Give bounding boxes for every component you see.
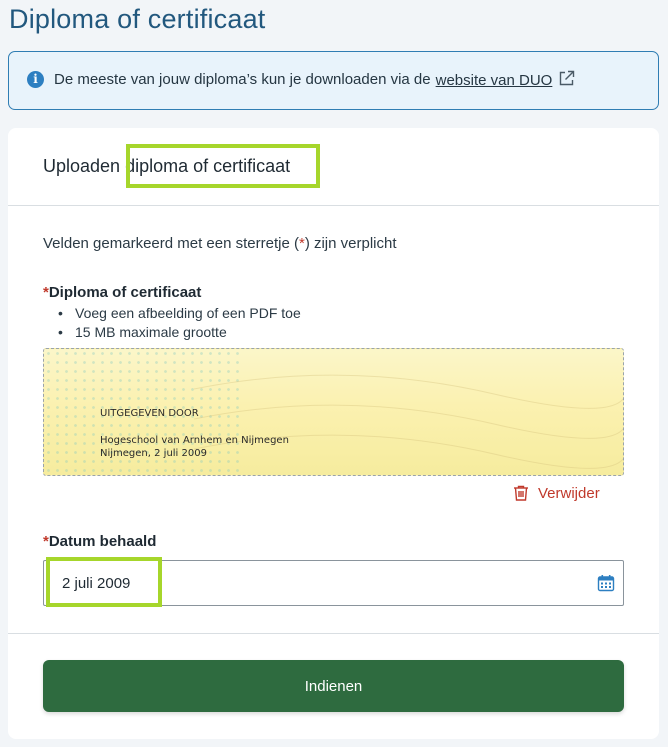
card-title-plain: Uploaden bbox=[43, 156, 121, 176]
required-note: Velden gemarkeerd met een sterretje (*) … bbox=[43, 235, 397, 252]
calendar-icon[interactable] bbox=[597, 574, 615, 592]
duo-website-link[interactable]: website van DUO bbox=[436, 72, 553, 89]
upload-hints: Voeg een afbeelding of een PDF toe 15 MB… bbox=[58, 304, 301, 342]
upload-label-text: Diploma of certificaat bbox=[48, 284, 202, 301]
preview-place-date: Nijmegen, 2 juli 2009 bbox=[100, 448, 207, 459]
page-title: Diploma of certificaat bbox=[9, 4, 266, 34]
date-label-text: Datum behaald bbox=[48, 533, 157, 550]
card-header: Uploaden diploma of certificaat bbox=[8, 128, 659, 206]
title-highlight-box bbox=[126, 144, 320, 188]
upload-field-label: *Diploma of certificaat bbox=[43, 284, 201, 301]
remove-file-button[interactable]: Verwijder bbox=[512, 484, 600, 502]
uploaded-file-preview[interactable]: UITGEGEVEN DOOR Hogeschool van Arnhem en… bbox=[43, 348, 624, 476]
trash-icon bbox=[514, 485, 528, 501]
date-field-label: *Datum behaald bbox=[43, 533, 156, 550]
info-text: De meeste van jouw diploma’s kun je down… bbox=[54, 71, 431, 88]
upload-card: Uploaden diploma of certificaat Velden g… bbox=[8, 128, 659, 739]
preview-issued-by: UITGEGEVEN DOOR bbox=[100, 408, 199, 419]
hint-item: 15 MB maximale grootte bbox=[58, 323, 301, 342]
submit-button[interactable]: Indienen bbox=[43, 660, 624, 712]
required-note-post: ) zijn verplicht bbox=[304, 235, 397, 252]
required-note-pre: Velden gemarkeerd met een sterretje ( bbox=[43, 235, 299, 252]
info-icon: i bbox=[27, 70, 44, 88]
footer-divider bbox=[8, 633, 659, 634]
info-banner: i De meeste van jouw diploma’s kun je do… bbox=[8, 51, 659, 110]
remove-label: Verwijder bbox=[538, 484, 600, 502]
external-link-icon[interactable] bbox=[558, 70, 575, 91]
hint-item: Voeg een afbeelding of een PDF toe bbox=[58, 304, 301, 323]
date-highlight-box bbox=[46, 557, 162, 607]
preview-institution: Hogeschool van Arnhem en Nijmegen bbox=[100, 435, 289, 446]
